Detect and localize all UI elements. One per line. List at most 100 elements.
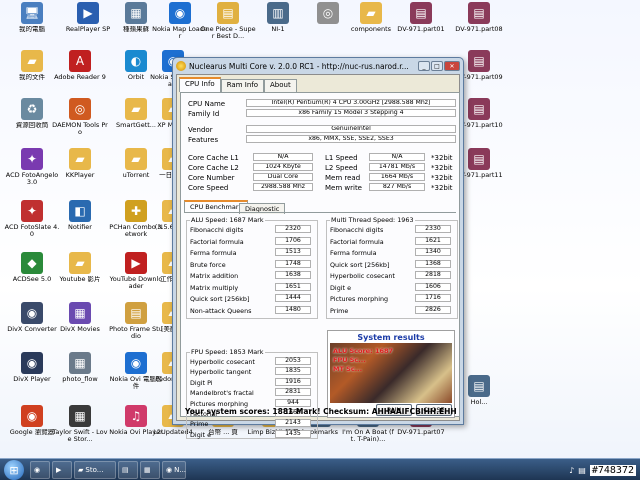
fpu-title: FPU Speed: 1853 Mark [190, 348, 265, 356]
desktop-icon-glyph: ◎ [69, 98, 91, 120]
taskbar-button[interactable]: ◉ [30, 461, 50, 479]
taskbar-button-icon: ◉ [166, 466, 173, 474]
desktop-icon-label: Adobe Reader 9 [54, 74, 106, 81]
benchmark-row-value: 2053 [275, 357, 311, 365]
desktop-icon-glyph: ▰ [360, 2, 382, 24]
desktop-icon[interactable]: ◧ Notifier [52, 200, 108, 246]
core-number-value: Dual Core [253, 173, 313, 181]
desktop-icon-glyph: ✦ [21, 200, 43, 222]
nuclearus-window: Nuclearus Multi Core v. 2.0.0 RC1 - http… [172, 57, 464, 439]
desktop-icon-glyph: ▦ [69, 405, 91, 427]
desktop-icon-glyph: ▤ [217, 2, 239, 24]
close-window-button[interactable]: ✕ [444, 61, 460, 71]
start-button[interactable]: ⊞ [4, 460, 24, 480]
minimize-button[interactable]: _ [418, 61, 430, 71]
desktop-icon-glyph: A [69, 50, 91, 72]
desktop-icon[interactable]: A Adobe Reader 9 [52, 50, 108, 96]
desktop-icon-glyph: ▶ [125, 252, 147, 274]
cpu-name-value: Intel(R) Pentium(R) 4 CPU 3.00GHz [2988.… [246, 99, 456, 107]
desktop-icon[interactable]: ▤ DV-971.part08 [451, 2, 507, 48]
benchmark-row-value: 1716 [415, 294, 451, 302]
benchmark-row-label: Digit e [330, 283, 351, 292]
benchmark-row-value: 1480 [275, 305, 311, 314]
volume-icon[interactable]: ♪ [569, 466, 574, 475]
l2-speed-bits: *32bit [431, 164, 453, 172]
taskbar-button[interactable]: ▦ [140, 461, 160, 479]
l1-speed-bits: *32bit [431, 154, 453, 162]
desktop-icon-glyph: ◉ [21, 302, 43, 324]
benchmark-row-value: 1606 [415, 282, 451, 291]
desktop-icon-label: Taylor Swift - Love Stor... [52, 429, 108, 443]
alu-score-overlay: ALU Score: 1687 [333, 347, 394, 355]
benchmark-row-label: Factorial formula [330, 237, 384, 246]
taskbar-button[interactable]: ▶ [52, 461, 72, 479]
mem-read-bits: *32bit [431, 174, 453, 182]
desktop-icon[interactable]: 🖥 我的電腦 [4, 2, 60, 48]
benchmark-row-value: 2330 [415, 225, 451, 233]
l2-cache-label: Core Cache L2 [188, 164, 239, 172]
desktop-icon-label: Notifier [68, 224, 92, 231]
desktop-icon-glyph: ▤ [468, 50, 490, 72]
desktop-icon-glyph: ◧ [69, 200, 91, 222]
desktop-icon[interactable]: ▦ Taylor Swift - Love Stor... [52, 405, 108, 451]
features-value: x86, MMX, SSE, SSE2, SSE3 [246, 135, 456, 143]
multi-thread-group: Multi Thread Speed: 1963 Fibonacchi digi… [326, 216, 458, 319]
tab-ram-info[interactable]: Ram Info [220, 79, 265, 92]
desktop-icon[interactable]: ▤ DV-971.part01 [393, 2, 449, 48]
alu-group: ALU Speed: 1687 Mark Fibonacchi digits 23… [186, 216, 318, 319]
benchmark-row-value: 1638 [275, 271, 311, 279]
l2-cache-value: 1024 Kbyte [253, 163, 313, 171]
desktop-icon-glyph: ▦ [125, 2, 147, 24]
taskbar-button[interactable]: ▰ Sto... [74, 461, 116, 479]
tab-cpu-info[interactable]: CPU Info [179, 77, 221, 92]
benchmark-row-value: 2826 [415, 305, 451, 314]
l1-speed-label: L1 Speed [325, 154, 358, 162]
desktop-icon[interactable]: ▦ photo_flow [52, 352, 108, 398]
mem-write-bits: *32bit [431, 184, 453, 192]
desktop-icon-glyph: ✦ [21, 148, 43, 170]
taskbar-button[interactable]: ▤ [118, 461, 138, 479]
desktop-icon-glyph: ▦ [69, 352, 91, 374]
desktop-icon-label: 我的電腦 [19, 26, 45, 33]
desktop-icon-glyph: ✚ [125, 200, 147, 222]
benchmark-row-label: Fibonacchi digits [190, 226, 244, 234]
benchmark-row-label: Factorial formula [190, 237, 244, 246]
desktop-icon[interactable]: ◎ DAEMON Tools Pro [52, 98, 108, 144]
desktop-icon-glyph: ▥ [267, 2, 289, 24]
desktop-icon-label: KKPlayer [65, 172, 95, 179]
desktop-icon[interactable]: ▰ KKPlayer [52, 148, 108, 194]
desktop-icon-glyph: ▤ [468, 98, 490, 120]
benchmark-row-label: Pictures morphing [330, 295, 389, 303]
benchmark-row-label: Hyperbolic cosecant [330, 272, 395, 280]
core-number-label: Core Number [188, 174, 235, 182]
l1-cache-label: Core Cache L1 [188, 154, 239, 162]
maximize-button[interactable]: □ [431, 61, 443, 71]
benchmark-row-value: 1513 [275, 248, 311, 256]
benchmark-row-value: 1706 [275, 236, 311, 245]
desktop-icon[interactable]: ▰ components [343, 2, 399, 48]
desktop-icon[interactable]: ▤ One Piece - Super Best D... [200, 2, 256, 48]
desktop-icon-glyph: ◎ [317, 2, 339, 24]
desktop-icon[interactable]: ▰ Youtube 影片 [52, 252, 108, 298]
taskbar-button[interactable]: ◉ N... [162, 461, 186, 479]
desktop-icon-glyph: ♻ [21, 98, 43, 120]
app-icon [176, 61, 186, 71]
desktop-icon-label: DAEMON Tools Pro [52, 122, 108, 136]
network-icon[interactable]: ▤ [578, 466, 586, 475]
desktop-icon[interactable]: ▦ DivX Movies [52, 302, 108, 348]
mt-title: Multi Thread Speed: 1963 [330, 216, 415, 224]
l1-cache-value: N/A [253, 153, 313, 161]
tab-about[interactable]: About [264, 79, 297, 92]
desktop-icon-glyph: ▤ [125, 302, 147, 324]
benchmark-row-label: Prime [190, 420, 209, 429]
benchmark-row-value: 2818 [415, 271, 451, 279]
desktop-icon-glyph: ▤ [468, 148, 490, 170]
title-bar[interactable]: Nuclearus Multi Core v. 2.0.0 RC1 - http… [173, 58, 463, 74]
cpu-name-label: CPU Name [188, 100, 226, 108]
main-tabs: CPU Info Ram Info About [177, 75, 459, 92]
desktop-icon-label: I'm On A Boat (ft. T-Pain)... [342, 429, 394, 443]
desktop-icon[interactable]: ▥ NI-1 [250, 2, 306, 48]
vendor-label: Vendor [188, 126, 213, 134]
taskbar-button-icon: ▰ [78, 466, 84, 474]
benchmark-row-label: Brute force [190, 260, 226, 269]
